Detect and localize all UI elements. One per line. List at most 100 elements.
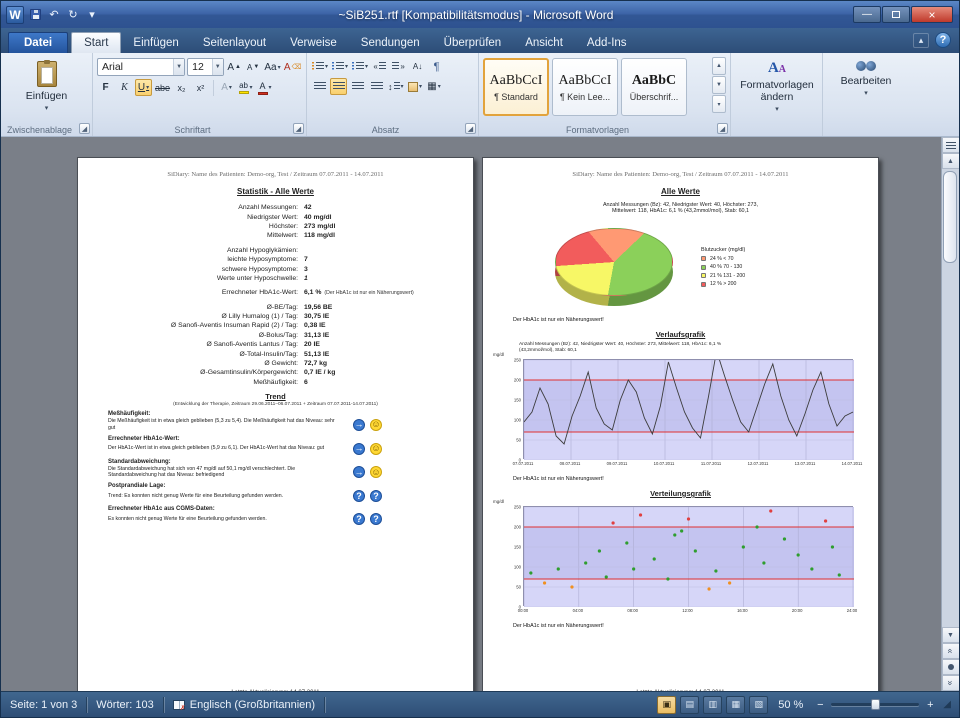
close-button[interactable]: ×: [911, 6, 953, 23]
style-card-standard[interactable]: AaBbCcI¶ Standard: [483, 58, 549, 116]
decrease-indent-button[interactable]: «: [371, 58, 388, 75]
document-area[interactable]: SiDiary: Name des Patienten: Demo-org, T…: [1, 137, 959, 691]
zoom-level[interactable]: 50 %: [772, 699, 809, 711]
font-size-combo[interactable]: 12▼: [187, 58, 224, 76]
legend-entry-70: 24 % < 70: [701, 256, 745, 262]
outline-view-button[interactable]: ▦: [726, 696, 745, 714]
numbering-button[interactable]: ▾: [331, 58, 349, 75]
document-page-2[interactable]: SiDiary: Name des Patienten: Demo-org, T…: [482, 157, 879, 691]
style-scroll-down-button[interactable]: ▼: [712, 76, 726, 94]
language-indicator[interactable]: Englisch (Großbritannien): [164, 692, 324, 717]
resize-grip[interactable]: ◢: [943, 699, 951, 710]
sort-button[interactable]: A↓: [409, 58, 426, 75]
stat-label: Ø-BE/Tag:: [78, 304, 304, 311]
verlauf-summary: Anzahl Messungen (Bz): 42, Niedrigster W…: [519, 342, 878, 355]
scrollbar-track[interactable]: [942, 169, 959, 627]
repeat-button[interactable]: ↻: [65, 7, 81, 23]
stat-row: Mittelwert:118 mg/dl: [78, 231, 473, 240]
word-count[interactable]: Wörter: 103: [87, 692, 162, 717]
styles-dialog-launcher[interactable]: ◢: [717, 123, 728, 134]
undo-button[interactable]: ↶: [46, 7, 62, 23]
ribbon-tab-start[interactable]: Start: [71, 32, 121, 53]
save-button[interactable]: [27, 7, 43, 23]
style-card-kein-lee[interactable]: AaBbCcI¶ Kein Lee...: [552, 58, 618, 116]
change-case-button[interactable]: Aa▾: [264, 59, 282, 76]
ribbon-tab-add-ins[interactable]: Add-Ins: [575, 32, 639, 53]
multilevel-list-button[interactable]: ▾: [351, 58, 369, 75]
vertical-scrollbar[interactable]: ▲ ▼ « »: [941, 137, 959, 691]
draft-view-button[interactable]: ▧: [749, 696, 768, 714]
grow-font-button[interactable]: A▲: [226, 59, 243, 76]
page-indicator[interactable]: Seite: 1 von 3: [1, 692, 86, 717]
scroll-up-button[interactable]: ▲: [942, 153, 960, 169]
ribbon-tab-sendungen[interactable]: Sendungen: [349, 32, 432, 53]
style-card-berschrif[interactable]: AaBbCÜberschrif...: [621, 58, 687, 116]
window-title: ~SiB251.rtf [Kompatibilitätsmodus] - Mic…: [100, 8, 852, 22]
next-page-button[interactable]: »: [942, 675, 960, 691]
x-axis-tick-label: 04:00: [573, 608, 583, 613]
select-browse-object-button[interactable]: [942, 659, 960, 675]
minimize-ribbon-icon[interactable]: ▴: [913, 33, 929, 48]
file-tab[interactable]: Datei: [8, 32, 68, 53]
strikethrough-button[interactable]: abe: [154, 79, 171, 96]
word-app-icon[interactable]: W: [6, 6, 24, 24]
ribbon-tab-ansicht[interactable]: Ansicht: [513, 32, 575, 53]
zoom-slider[interactable]: [831, 703, 919, 706]
font-dialog-launcher[interactable]: ◢: [293, 123, 304, 134]
previous-page-button[interactable]: «: [942, 643, 960, 659]
ribbon-tab-einf-gen[interactable]: Einfügen: [121, 32, 190, 53]
zoom-out-button[interactable]: −: [813, 698, 827, 712]
legend-entry-131-200: 21 % 131 - 200: [701, 273, 745, 279]
paste-button[interactable]: Einfügen ▾: [18, 56, 76, 118]
proofing-book-icon: [173, 700, 185, 710]
subscript-button[interactable]: x₂: [173, 79, 190, 96]
qat-customize-button[interactable]: ▾: [84, 7, 100, 23]
fullscreen-reading-view-button[interactable]: ▤: [680, 696, 699, 714]
highlight-button[interactable]: ab▾: [237, 79, 254, 96]
scroll-down-button[interactable]: ▼: [942, 627, 960, 643]
superscript-button[interactable]: x²: [192, 79, 209, 96]
ruler-toggle-button[interactable]: [942, 137, 960, 153]
ribbon-tab-verweise[interactable]: Verweise: [278, 32, 349, 53]
clear-formatting-button[interactable]: A⌫: [283, 59, 302, 76]
zoom-slider-thumb[interactable]: [871, 699, 880, 710]
scrollbar-thumb[interactable]: [943, 171, 957, 263]
align-left-button[interactable]: [311, 78, 328, 95]
maximize-button[interactable]: [882, 6, 910, 23]
bold-button[interactable]: F: [97, 79, 114, 96]
justify-button[interactable]: [368, 78, 385, 95]
ribbon-tab-berpr-fen[interactable]: Überprüfen: [432, 32, 514, 53]
print-layout-view-button[interactable]: ▣: [657, 696, 676, 714]
shading-button[interactable]: ▾: [407, 78, 424, 95]
show-paragraph-marks-button[interactable]: ¶: [428, 58, 445, 75]
clipboard-dialog-launcher[interactable]: ◢: [79, 123, 90, 134]
help-icon[interactable]: ?: [935, 32, 951, 48]
shrink-font-button[interactable]: A▼: [245, 59, 262, 76]
borders-button[interactable]: ▦▾: [426, 78, 443, 95]
increase-indent-button[interactable]: »: [390, 58, 407, 75]
change-styles-button[interactable]: AA Formatvorlagen ändern ▾: [735, 56, 819, 118]
font-name-combo[interactable]: Arial▼: [97, 58, 185, 76]
minimize-button[interactable]: —: [853, 6, 881, 23]
x-axis-tick-label: 24:00: [847, 608, 857, 613]
style-more-button[interactable]: ▾: [712, 95, 726, 113]
ribbon-tab-seitenlayout[interactable]: Seitenlayout: [191, 32, 278, 53]
font-color-button[interactable]: A▾: [256, 79, 273, 96]
document-page-1[interactable]: SiDiary: Name des Patienten: Demo-org, T…: [77, 157, 474, 691]
editing-button[interactable]: Bearbeiten ▾: [828, 56, 904, 118]
text-effects-button[interactable]: A▾: [218, 79, 235, 96]
align-center-button[interactable]: [330, 78, 347, 95]
paragraph-dialog-launcher[interactable]: ◢: [465, 123, 476, 134]
web-layout-view-button[interactable]: ▥: [703, 696, 722, 714]
trend-item-text: Es konnten nicht genug Werte für eine Be…: [108, 516, 343, 523]
bullets-button[interactable]: ▾: [311, 58, 329, 75]
italic-button[interactable]: K: [116, 79, 133, 96]
style-scroll-up-button[interactable]: ▲: [712, 57, 726, 75]
align-right-button[interactable]: [349, 78, 366, 95]
line-spacing-button[interactable]: ↕▾: [387, 78, 405, 95]
underline-button[interactable]: U▾: [135, 79, 152, 96]
zoom-in-button[interactable]: +: [923, 698, 937, 712]
stat-value: 40 mg/dl: [304, 214, 332, 221]
change-styles-label: Formatvorlagen ändern: [736, 79, 818, 103]
trend-item-postprandiale-lage: Postprandiale Lage:Trend: Es konnten nic…: [108, 483, 473, 502]
